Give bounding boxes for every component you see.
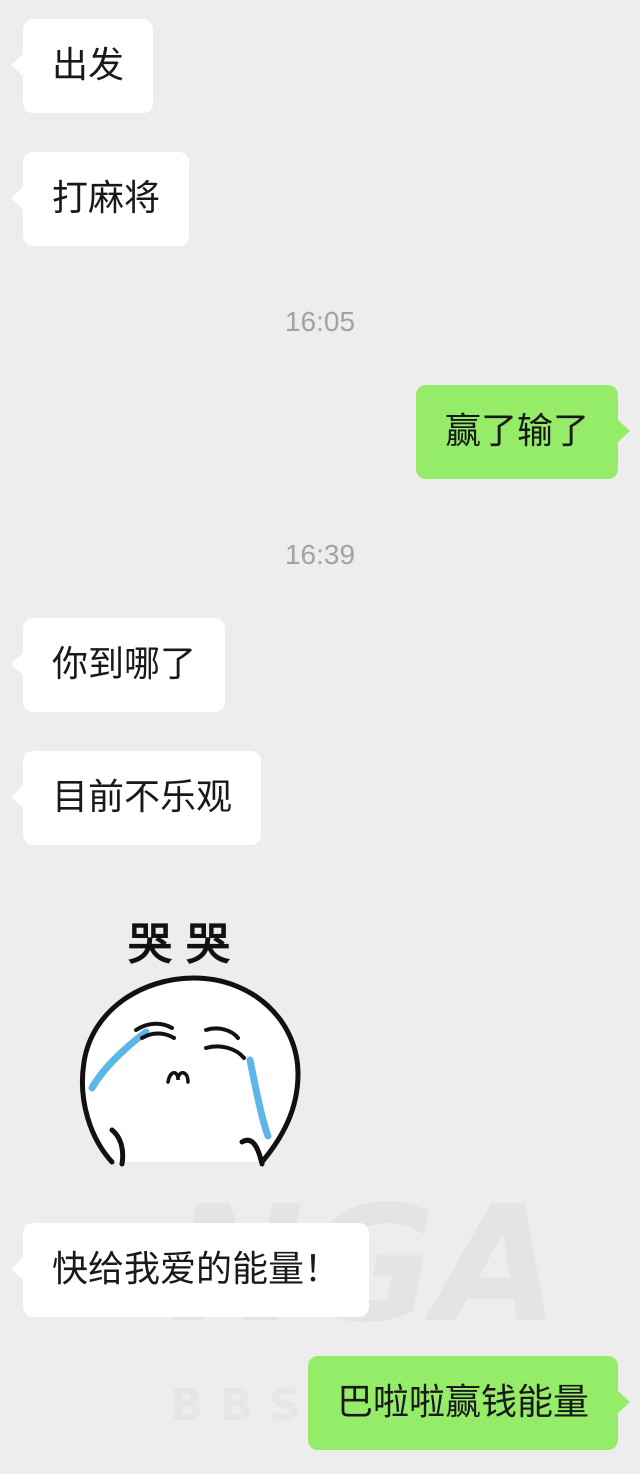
message-text: 出发 (52, 45, 125, 86)
timestamp: 16:39 (284, 539, 356, 570)
message-bubble-incoming[interactable]: 快给我爱的能量！ (10, 1223, 370, 1317)
message-text: 巴啦啦赢钱能量 (336, 1382, 589, 1423)
message-bubble-outgoing[interactable]: 赢了输了 (415, 385, 631, 479)
sticker-caption: 哭哭 (128, 919, 244, 970)
message-text: 目前不乐观 (52, 777, 233, 818)
crying-face-sticker[interactable]: 哭哭 (72, 908, 312, 1170)
message-bubble-outgoing[interactable]: 巴啦啦赢钱能量 (307, 1356, 631, 1450)
message-text: 你到哪了 (52, 644, 197, 685)
message-bubble-incoming[interactable]: 目前不乐观 (10, 751, 262, 845)
message-text: 快给我爱的能量！ (52, 1249, 341, 1290)
message-text: 打麻将 (52, 178, 161, 219)
message-text: 赢了输了 (444, 411, 589, 452)
crying-face-icon (79, 975, 301, 1167)
timestamp: 16:05 (284, 306, 356, 337)
message-bubble-incoming[interactable]: 打麻将 (10, 152, 190, 246)
message-bubble-incoming[interactable]: 你到哪了 (10, 618, 226, 712)
message-bubble-incoming[interactable]: 出发 (10, 19, 154, 113)
